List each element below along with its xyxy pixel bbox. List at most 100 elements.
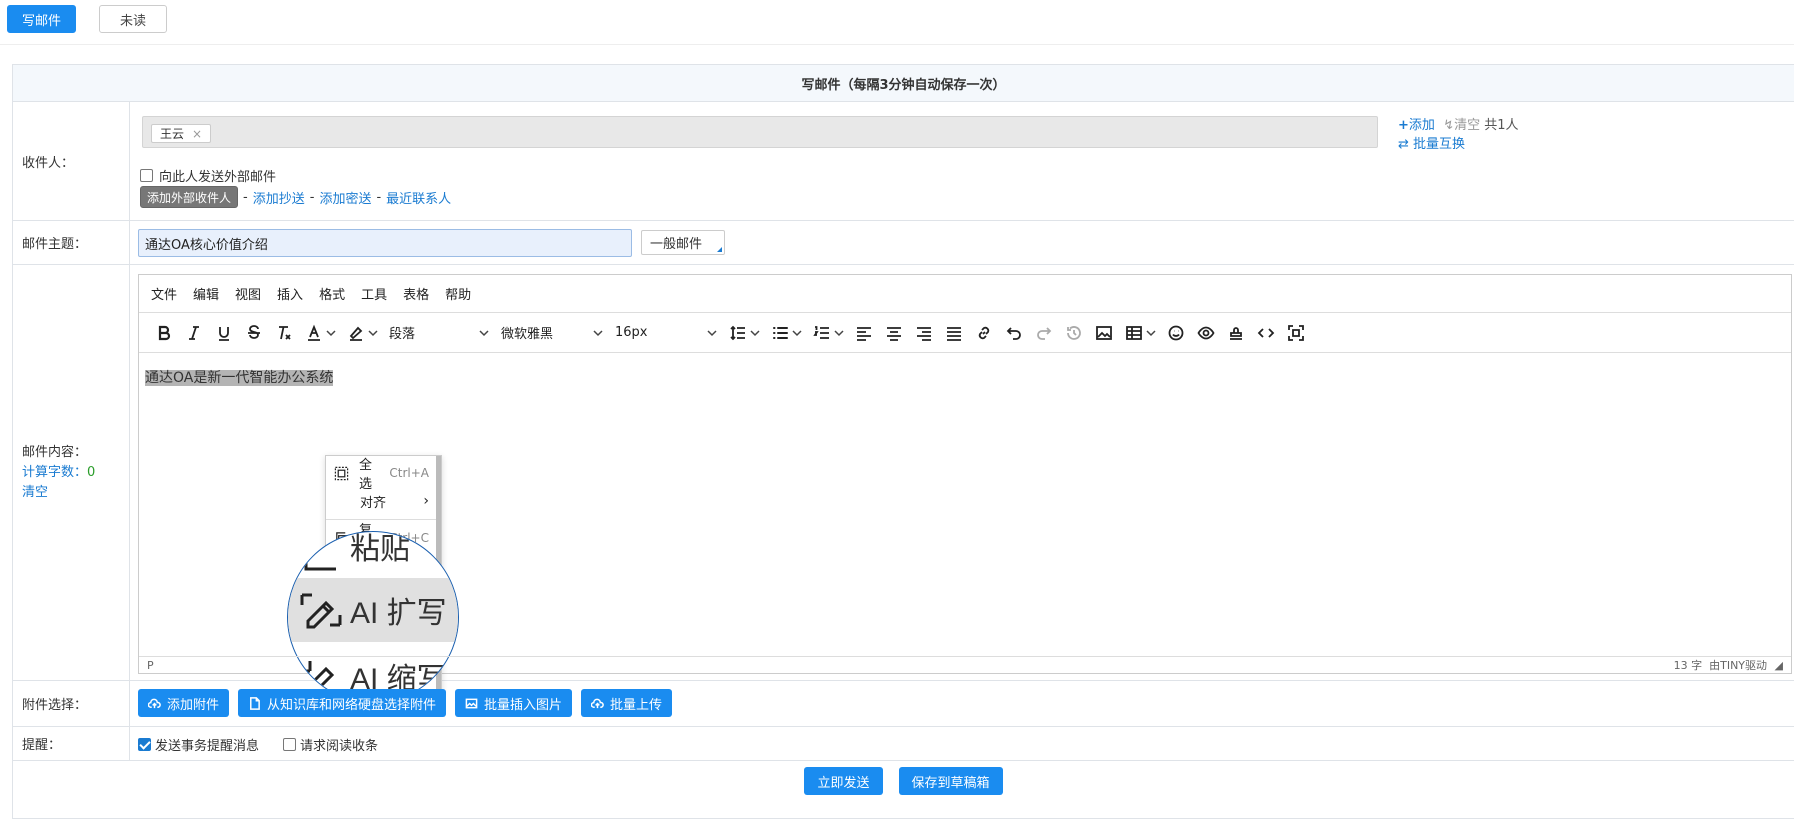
recipient-extra-links: 添加外部收件人 - 添加抄送 - 添加密送 - 最近联系人: [140, 186, 451, 208]
font-size-select[interactable]: 16px: [609, 318, 723, 348]
menu-view[interactable]: 视图: [235, 284, 261, 303]
batch-insert-image-button[interactable]: 批量插入图片: [455, 689, 573, 717]
add-external-recipient-button[interactable]: 添加外部收件人: [140, 186, 239, 208]
batch-swap-link[interactable]: ⇄ 批量互换: [1398, 137, 1465, 152]
remove-tag-icon[interactable]: ×: [192, 127, 202, 141]
select-all-icon: [334, 465, 349, 481]
emoji-icon[interactable]: [1161, 318, 1191, 348]
add-cc-link[interactable]: 添加抄送: [253, 188, 305, 207]
ai-expand-icon: [292, 581, 350, 639]
compose-tab[interactable]: 写邮件: [7, 5, 77, 33]
send-notice-option[interactable]: 发送事务提醒消息: [138, 735, 259, 754]
editor-menubar: 文件 编辑 视图 插入 格式 工具 表格 帮助: [139, 275, 1791, 313]
attachment-label: 附件选择：: [13, 681, 130, 726]
clear-format-icon[interactable]: [269, 318, 299, 348]
read-receipt-label: 请求阅读收条: [300, 738, 379, 754]
subject-row: 邮件主题： 一般邮件: [13, 221, 1794, 265]
justify-icon[interactable]: [939, 318, 969, 348]
compose-form: 写邮件（每隔3分钟自动保存一次） 收件人： 王云 × +添加 ↯清空 共1人 ⇄…: [12, 64, 1794, 819]
stamp-icon[interactable]: [1221, 318, 1251, 348]
external-mail-checkbox[interactable]: [140, 169, 153, 182]
form-title: 写邮件（每隔3分钟自动保存一次）: [13, 65, 1794, 102]
menu-file[interactable]: 文件: [151, 284, 177, 303]
editor-text: 通达OA是新一代智能办公系统: [145, 370, 334, 386]
chevron-down-icon[interactable]: [833, 318, 845, 348]
resize-handle-icon[interactable]: ◢: [1775, 659, 1783, 672]
zoom-magnifier: 粘贴 AI 扩写 AI 缩写: [287, 531, 459, 703]
chevron-down-icon: [479, 329, 489, 336]
preview-icon[interactable]: [1191, 318, 1221, 348]
menu-help[interactable]: 帮助: [445, 284, 471, 303]
chevron-down-icon[interactable]: [325, 318, 337, 348]
mag-ai-expand: AI 扩写: [288, 578, 458, 642]
undo-icon[interactable]: [999, 318, 1029, 348]
strikethrough-icon[interactable]: [239, 318, 269, 348]
menu-table[interactable]: 表格: [403, 284, 429, 303]
read-receipt-option[interactable]: 请求阅读收条: [283, 735, 378, 754]
add-bcc-link[interactable]: 添加密送: [319, 188, 371, 207]
align-center-icon[interactable]: [879, 318, 909, 348]
chevron-down-icon[interactable]: [749, 318, 761, 348]
remind-row: 提醒： 发送事务提醒消息 请求阅读收条: [13, 727, 1794, 761]
add-recipient-link[interactable]: +添加: [1398, 118, 1435, 133]
chevron-down-icon[interactable]: [1145, 318, 1157, 348]
bold-icon[interactable]: [149, 318, 179, 348]
recipient-row: 收件人： 王云 × +添加 ↯清空 共1人 ⇄ 批量互换 向此人发送外部邮件 添…: [13, 102, 1794, 221]
add-attachment-button[interactable]: 添加附件: [138, 689, 230, 717]
redo-icon[interactable]: [1029, 318, 1059, 348]
fullscreen-icon[interactable]: [1281, 318, 1311, 348]
save-draft-button[interactable]: 保存到草稿箱: [898, 767, 1003, 795]
clear-recipient-link[interactable]: ↯清空: [1439, 118, 1480, 133]
cloud-upload-icon: [148, 698, 161, 708]
ctx-align[interactable]: 对齐 ›: [326, 487, 441, 515]
subject-input[interactable]: [138, 229, 632, 257]
menu-format[interactable]: 格式: [319, 284, 345, 303]
recipient-input[interactable]: 王云 ×: [142, 116, 1378, 148]
powered-by[interactable]: 由TINY驱动: [1709, 659, 1767, 672]
top-tabs: 写邮件 未读: [7, 5, 168, 33]
send-now-button[interactable]: 立即发送: [804, 767, 883, 795]
external-mail-label: 向此人发送外部邮件: [159, 170, 277, 185]
align-left-icon[interactable]: [849, 318, 879, 348]
align-icon: [334, 493, 350, 509]
mail-type-select[interactable]: 一般邮件: [641, 230, 725, 255]
recipient-tag-name: 王云: [160, 127, 185, 141]
status-word-count: 13 字: [1673, 659, 1703, 672]
chevron-down-icon[interactable]: [367, 318, 379, 348]
menu-insert[interactable]: 插入: [277, 284, 303, 303]
font-family-select[interactable]: 微软雅黑: [495, 318, 609, 348]
ctx-divider: [326, 519, 441, 520]
body-label-cell: 邮件内容： 计算字数：0 清空: [13, 265, 130, 680]
subject-label: 邮件主题：: [13, 221, 130, 264]
history-icon[interactable]: [1059, 318, 1089, 348]
send-notice-checkbox[interactable]: [138, 737, 151, 751]
menu-edit[interactable]: 编辑: [193, 284, 219, 303]
word-count[interactable]: 计算字数：0: [22, 463, 95, 483]
font-size-value: 16px: [615, 325, 648, 340]
editor-content[interactable]: 通达OA是新一代智能办公系统 全选 Ctrl+A 对齐 › 粘贴 AI 扩写 A…: [139, 353, 1791, 703]
link-icon[interactable]: [969, 318, 999, 348]
underline-icon[interactable]: [209, 318, 239, 348]
chevron-down-icon[interactable]: [791, 318, 803, 348]
image-icon[interactable]: [1089, 318, 1119, 348]
clear-body-link[interactable]: 清空: [22, 483, 48, 503]
batch-upload-button[interactable]: 批量上传: [581, 689, 673, 717]
mag-paste: 粘贴: [288, 532, 458, 578]
separator: -: [309, 189, 315, 205]
select-corner-icon: [717, 247, 722, 252]
unread-tab[interactable]: 未读: [99, 5, 168, 33]
align-right-icon[interactable]: [909, 318, 939, 348]
editor-statusbar: P 13 字 由TINY驱动 ◢: [139, 656, 1791, 673]
read-receipt-checkbox[interactable]: [283, 737, 297, 751]
select-from-kb-button[interactable]: 从知识库和网络硬盘选择附件: [238, 689, 447, 717]
menu-tools[interactable]: 工具: [361, 284, 387, 303]
plus-icon: +: [1398, 118, 1409, 133]
ctx-select-all[interactable]: 全选 Ctrl+A: [326, 458, 441, 492]
recent-contacts-link[interactable]: 最近联系人: [386, 188, 451, 207]
source-code-icon[interactable]: [1251, 318, 1281, 348]
block-format-select[interactable]: 段落: [383, 318, 495, 348]
italic-icon[interactable]: [179, 318, 209, 348]
chevron-right-icon: ›: [423, 493, 429, 509]
element-path[interactable]: P: [147, 659, 154, 672]
external-mail-option[interactable]: 向此人发送外部邮件: [140, 166, 276, 185]
